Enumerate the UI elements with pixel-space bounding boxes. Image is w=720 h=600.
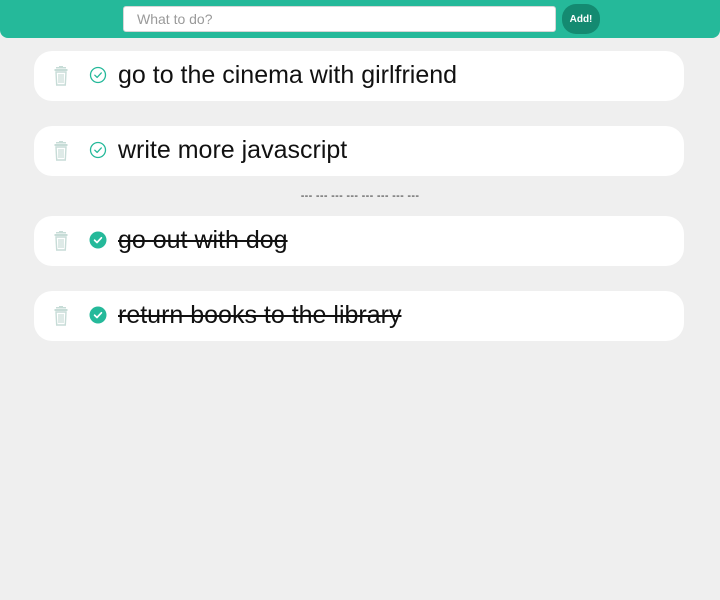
todo-input[interactable] — [123, 6, 556, 32]
todo-item: go to the cinema with girlfriend — [34, 51, 684, 101]
app-header: Add! — [0, 0, 720, 38]
trash-icon[interactable] — [53, 66, 69, 86]
todo-item: write more javascript — [34, 126, 684, 176]
check-circle-filled-icon[interactable] — [89, 231, 107, 249]
todo-text: write more javascript — [118, 136, 348, 164]
trash-icon[interactable] — [53, 141, 69, 161]
add-button[interactable]: Add! — [562, 4, 600, 34]
check-circle-outline-icon[interactable] — [89, 66, 107, 84]
check-circle-outline-icon[interactable] — [89, 141, 107, 159]
trash-icon[interactable] — [53, 231, 69, 251]
todo-item-completed: go out with dog — [34, 216, 684, 266]
todo-text: go to the cinema with girlfriend — [118, 61, 458, 89]
trash-icon[interactable] — [53, 306, 69, 326]
todo-text: go out with dog — [118, 226, 288, 254]
check-circle-filled-icon[interactable] — [89, 306, 107, 324]
todo-text: return books to the library — [118, 301, 402, 329]
completed-list: go out with dog return books to the libr… — [34, 216, 684, 366]
todo-item-completed: return books to the library — [34, 291, 684, 341]
todo-list: go to the cinema with girlfriend write m… — [34, 51, 684, 201]
list-separator: --- --- --- --- --- --- --- --- — [300, 190, 420, 202]
